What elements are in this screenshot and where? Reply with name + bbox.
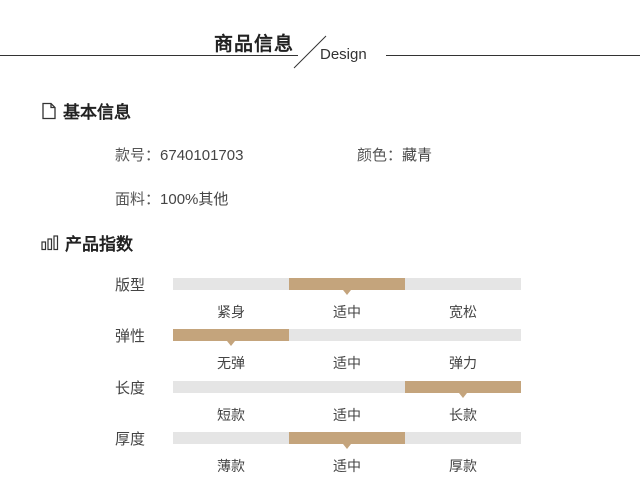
- index-option: 厚款: [449, 459, 477, 475]
- header-line-right: [386, 55, 640, 56]
- index-option: 适中: [333, 459, 361, 475]
- index-row: 厚度薄款 适中 厚款: [0, 428, 640, 477]
- product-code-value: 6740101703: [160, 147, 244, 164]
- product-code: 款号：6740101703: [115, 144, 243, 165]
- index-option: 无弹: [217, 356, 245, 372]
- index-option: 弹力: [449, 356, 477, 372]
- index-selected-segment: [173, 329, 289, 346]
- index-selected-segment: [405, 381, 521, 398]
- index-option: 短款: [217, 408, 245, 424]
- index-option: 长款: [449, 408, 477, 424]
- index-row: 弹性无弹 适中 弹力: [0, 325, 640, 377]
- index-row: 版型紧身 适中 宽松: [0, 274, 640, 326]
- index-track: [173, 329, 521, 346]
- index-track: [173, 381, 521, 398]
- index-selected-segment: [289, 278, 405, 295]
- header-slash-divider: [293, 35, 327, 69]
- product-color: 颜色：藏青: [357, 144, 432, 165]
- index-row: 长度短款 适中 长款: [0, 377, 640, 429]
- index-selected-segment: [289, 432, 405, 449]
- index-row-label: 弹性: [115, 327, 146, 345]
- product-index-heading: 产品指数: [41, 230, 133, 255]
- index-track: [173, 278, 521, 295]
- index-row-label: 长度: [115, 379, 146, 397]
- index-track: [173, 432, 521, 449]
- document-icon: [42, 102, 56, 119]
- index-option: 适中: [333, 356, 361, 372]
- product-fabric-value: 100%其他: [160, 191, 229, 208]
- product-code-label: 款号：: [115, 146, 161, 164]
- index-option: 适中: [333, 305, 361, 321]
- page-subtitle: Design: [320, 46, 367, 63]
- product-color-value: 藏青: [402, 147, 433, 164]
- product-color-label: 颜色：: [357, 146, 403, 164]
- page-title: 商品信息: [214, 33, 295, 55]
- index-option: 紧身: [217, 305, 245, 321]
- index-row-label: 版型: [115, 276, 146, 294]
- index-option: 薄款: [217, 459, 245, 475]
- product-fabric-label: 面料：: [115, 190, 161, 208]
- index-row-label: 厚度: [115, 430, 146, 448]
- index-option: 适中: [333, 408, 361, 424]
- product-fabric: 面料：100%其他: [115, 188, 228, 209]
- index-option: 宽松: [449, 305, 477, 321]
- bar-chart-icon: [41, 234, 59, 250]
- basic-info-title: 基本信息: [63, 103, 131, 123]
- basic-info-heading: 基本信息: [41, 98, 131, 123]
- product-index-title: 产品指数: [65, 235, 133, 255]
